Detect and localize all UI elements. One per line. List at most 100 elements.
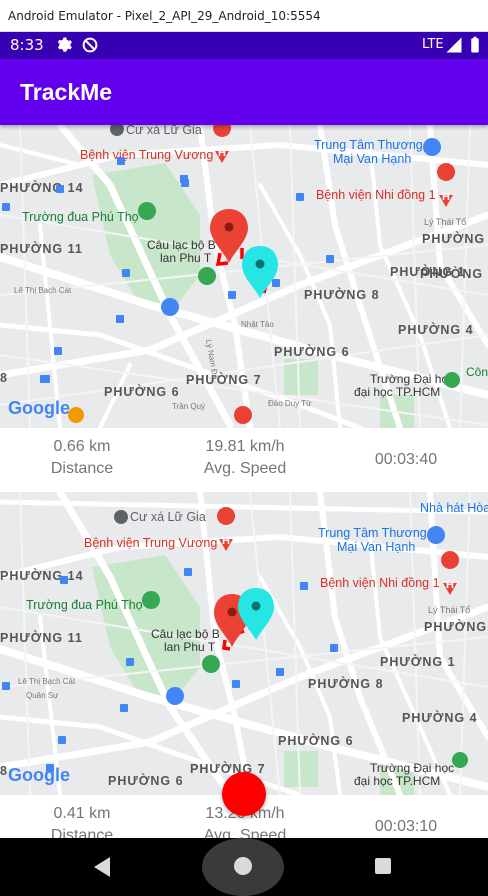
distance-label: Distance <box>50 460 114 477</box>
park-pin-icon <box>198 267 216 285</box>
emulator-frame: Android Emulator - Pixel_2_API_29_Androi… <box>0 0 488 896</box>
map-label: Lý Thái Tổ <box>428 605 470 615</box>
shopping-icon <box>161 298 179 316</box>
signal-icon <box>446 37 462 53</box>
distance-stat: 0.41 km Distance <box>32 805 132 838</box>
duration-stat: 00:03:40 <box>356 451 456 473</box>
map-label: Trường Đại học <box>370 761 454 775</box>
map-label: PHƯỜNG 6 <box>274 344 350 359</box>
track-map[interactable]: Cư xá Lữ Gia Bệnh viện Trung Vương Trung… <box>0 125 488 428</box>
map-label: Côn <box>466 365 488 379</box>
map-label: Nhật Tảo <box>241 320 274 329</box>
map-label: PHƯỜNG 6 <box>108 773 184 788</box>
shopping-icon <box>166 687 184 705</box>
map-label: PHƯỜNG 3 <box>422 231 488 246</box>
restaurant-icon <box>68 407 84 423</box>
place-icon <box>114 510 128 524</box>
map-label: PHƯỜNG 11 <box>0 630 83 645</box>
map-label: PHƯỜNG 4 <box>398 322 474 337</box>
duration-stat: 00:03:10 <box>356 818 456 838</box>
map-label: lan Phu T <box>164 640 216 654</box>
map-label: PHƯỜNG 6 <box>278 733 354 748</box>
map-label: Bệnh viện Trung Vương <box>80 148 213 162</box>
status-bar: 8:33 LTE <box>0 32 488 59</box>
map-label: Trường đua Phú Thọ <box>26 598 143 612</box>
map-label: Bệnh viện Nhi đồng 1 <box>316 188 436 202</box>
google-logo: Google <box>8 398 70 418</box>
map-label: Trần Quý <box>172 402 205 411</box>
shopping-icon <box>427 526 445 544</box>
speed-label: Avg. Speed <box>203 460 287 477</box>
place-icon <box>452 752 468 768</box>
hospital-letter: H <box>446 579 454 591</box>
distance-value: 0.41 km <box>53 805 111 822</box>
map-label: Mại Van Hạnh <box>337 540 415 554</box>
map-label: Quân Sự <box>26 691 59 700</box>
duration-value: 00:03:10 <box>374 818 438 835</box>
map-label: 8 <box>0 371 7 385</box>
speed-stat: 19.81 km/h Avg. Speed <box>180 438 310 478</box>
map-label: 8 <box>0 764 7 778</box>
record-button[interactable] <box>222 772 266 816</box>
map-label: đại học TP.HCM <box>354 385 440 399</box>
map-label: PHƯỜNG 6 <box>104 384 180 399</box>
home-circle-icon[interactable] <box>234 857 252 875</box>
track-card[interactable]: Cư xá Lữ Gia Bệnh viện Trung Vương Trung… <box>0 125 488 492</box>
map-label: PHƯỜNG 1 <box>380 654 456 669</box>
map-label: Lê Thị Bạch Cát <box>18 677 76 686</box>
map-label: PHƯỜNG 14 <box>0 180 84 195</box>
map-label: Câu lạc bộ B <box>147 238 216 252</box>
distance-stat: 0.66 km Distance <box>32 438 132 478</box>
gear-icon <box>57 37 72 52</box>
network-type: LTE <box>422 37 444 52</box>
shopping-icon <box>423 138 441 156</box>
park-pin-icon <box>142 591 160 609</box>
map-label: Trung Tâm Thương <box>314 138 423 152</box>
map-label: PHƯỜNG 1 <box>390 264 466 279</box>
speed-label: Avg. Speed <box>203 827 287 838</box>
map-label: Cư xá Lữ Gia <box>126 125 202 137</box>
map-label: Câu lạc bộ B <box>151 627 220 641</box>
map-canvas: Cư xá Lữ Gia Bệnh viện Trung Vương Trung… <box>0 125 488 428</box>
map-label: Bệnh viện Nhi đồng 1 <box>320 576 440 590</box>
status-time: 8:33 <box>10 36 44 54</box>
back-triangle-icon[interactable] <box>92 856 112 878</box>
hospital-letter: H <box>222 535 230 547</box>
map-label: Bệnh viện Trung Vương <box>84 536 217 550</box>
data-saver-icon <box>82 37 98 53</box>
map-label: PHƯỜNG 8 <box>304 287 380 302</box>
park-pin-icon <box>138 202 156 220</box>
track-map[interactable]: Nhà hát Hòa Cư xá Lữ Gia Bệnh viện Trung… <box>0 492 488 795</box>
park-pin-icon <box>202 655 220 673</box>
hospital-pin-icon <box>234 406 252 424</box>
map-label: lan Phu T <box>160 251 212 265</box>
distance-value: 0.66 km <box>53 438 111 455</box>
map-label: Đào Duy Từ <box>268 399 312 408</box>
map-label: Trung Tâm Thương <box>318 526 427 540</box>
map-label: PHƯỜNG 4 <box>402 710 478 725</box>
navigation-bar <box>0 838 488 896</box>
google-logo: Google <box>8 765 70 785</box>
map-label: PHƯỜNG 8 <box>308 676 384 691</box>
map-label: PHƯỜNG 3 <box>424 619 488 634</box>
place-icon <box>444 372 460 388</box>
map-label: Lê Thị Bạch Cát <box>14 286 72 295</box>
recents-square-icon[interactable] <box>375 858 391 874</box>
map-label: Trường Đại học <box>370 372 454 386</box>
map-label: PHƯỜNG 11 <box>0 241 83 256</box>
hospital-letter: H <box>218 147 226 159</box>
speed-value: 19.81 km/h <box>205 438 285 455</box>
hospital-letter: H <box>442 191 450 203</box>
map-label: Lý Thái Tổ <box>424 217 466 227</box>
map-label: PHƯỜNG 14 <box>0 568 84 583</box>
map-label: Trường đua Phú Thọ <box>22 210 139 224</box>
map-label: Mại Van Hạnh <box>333 152 411 166</box>
map-label: đại học TP.HCM <box>354 774 440 788</box>
track-stats: 0.66 km Distance 19.81 km/h Avg. Speed 0… <box>0 428 488 492</box>
duration-value: 00:03:40 <box>374 451 438 468</box>
map-canvas: Nhà hát Hòa Cư xá Lữ Gia Bệnh viện Trung… <box>0 492 488 795</box>
map-label: Nhà hát Hòa <box>420 501 488 515</box>
map-label: Cư xá Lữ Gia <box>130 510 206 524</box>
app-bar: TrackMe <box>0 59 488 125</box>
track-list[interactable]: Cư xá Lữ Gia Bệnh viện Trung Vương Trung… <box>0 125 488 838</box>
